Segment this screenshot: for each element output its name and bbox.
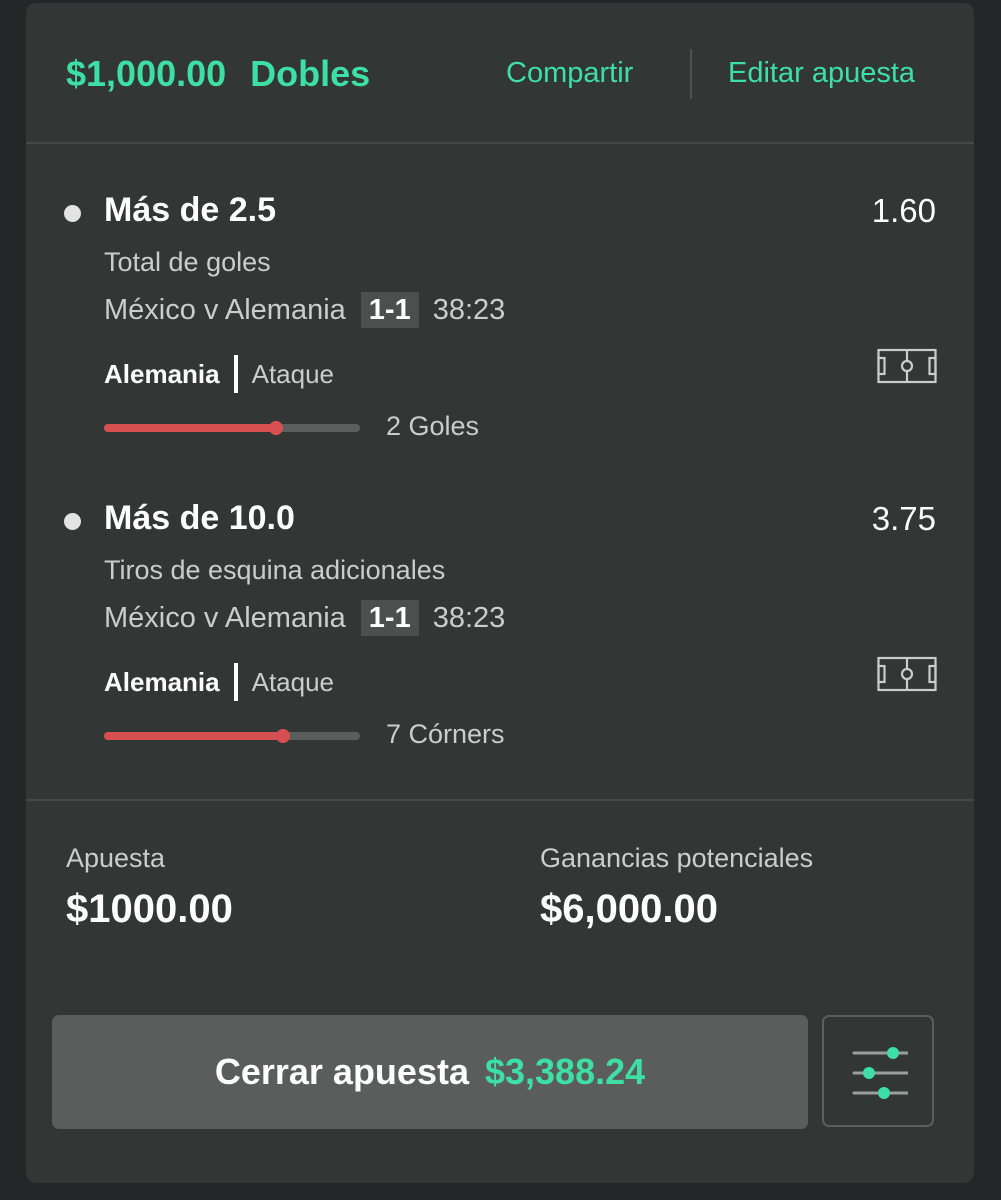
sliders-icon — [852, 1047, 908, 1099]
stat-row: Alemania Ataque — [104, 354, 334, 394]
selection-status-dot — [64, 205, 81, 222]
bet-card: $1,000.00 Dobles Compartir Editar apuesta… — [26, 3, 974, 1183]
football-pitch-icon[interactable] — [877, 656, 937, 692]
selection-market-type: Total de goles — [104, 247, 271, 277]
selection-market: Más de 10.0 — [104, 499, 295, 537]
selection-status-dot — [64, 513, 81, 530]
football-pitch-icon[interactable] — [877, 348, 937, 384]
progress-fill — [104, 424, 276, 432]
event-name: México v Alemania — [104, 293, 346, 326]
stat-divider — [233, 663, 238, 701]
selection-event: México v Alemania 1-1 38:23 — [104, 291, 505, 329]
stat-row: Alemania Ataque — [104, 662, 334, 702]
progress-label: 2 Goles — [386, 411, 480, 441]
bet-header: $1,000.00 Dobles Compartir Editar apuesta — [26, 3, 974, 144]
stake-amount: $1,000.00 — [66, 53, 227, 94]
stat-divider — [233, 355, 238, 393]
potential-returns-value: $6,000.00 — [540, 887, 718, 931]
potential-returns-label: Ganancias potenciales — [540, 843, 814, 873]
score-badge: 1-1 — [360, 292, 419, 328]
edit-bet-button[interactable]: Editar apuesta — [728, 57, 915, 90]
stat-type: Ataque — [251, 358, 335, 389]
score-badge: 1-1 — [360, 600, 419, 636]
cash-out-settings-button[interactable] — [822, 1015, 934, 1127]
match-clock: 38:23 — [432, 601, 506, 634]
bet-type: Dobles — [250, 53, 371, 94]
event-name: México v Alemania — [104, 601, 346, 634]
selection-2: Más de 10.0 3.75 Tiros de esquina adicio… — [26, 471, 974, 751]
selection-event: México v Alemania 1-1 38:23 — [104, 599, 505, 637]
match-clock: 38:23 — [432, 293, 506, 326]
selection-odds: 3.75 — [871, 500, 936, 537]
selection-1: Más de 2.5 1.60 Total de goles México v … — [26, 163, 974, 443]
selection-market: Más de 2.5 — [104, 191, 276, 229]
progress-bar — [104, 421, 360, 435]
team-name: Alemania — [104, 358, 220, 389]
cash-out-amount: $3,388.24 — [484, 1051, 646, 1092]
team-name: Alemania — [104, 666, 220, 697]
summary-divider — [26, 799, 974, 801]
stake-label: Apuesta — [66, 843, 166, 873]
progress-label: 7 Córners — [386, 719, 505, 749]
selection-market-type: Tiros de esquina adicionales — [104, 555, 446, 585]
progress-knob — [268, 421, 283, 435]
stake-value: $1000.00 — [66, 887, 233, 931]
header-divider — [690, 49, 692, 99]
cash-out-button[interactable]: Cerrar apuesta $3,388.24 — [52, 1015, 808, 1129]
stat-type: Ataque — [251, 666, 335, 697]
selection-odds: 1.60 — [871, 192, 936, 229]
progress-bar — [104, 729, 360, 743]
share-button[interactable]: Compartir — [506, 57, 633, 90]
progress-fill — [104, 732, 284, 740]
bet-title: $1,000.00 Dobles — [66, 53, 370, 95]
progress-knob — [276, 729, 291, 743]
cash-out-label: Cerrar apuesta — [214, 1051, 469, 1092]
